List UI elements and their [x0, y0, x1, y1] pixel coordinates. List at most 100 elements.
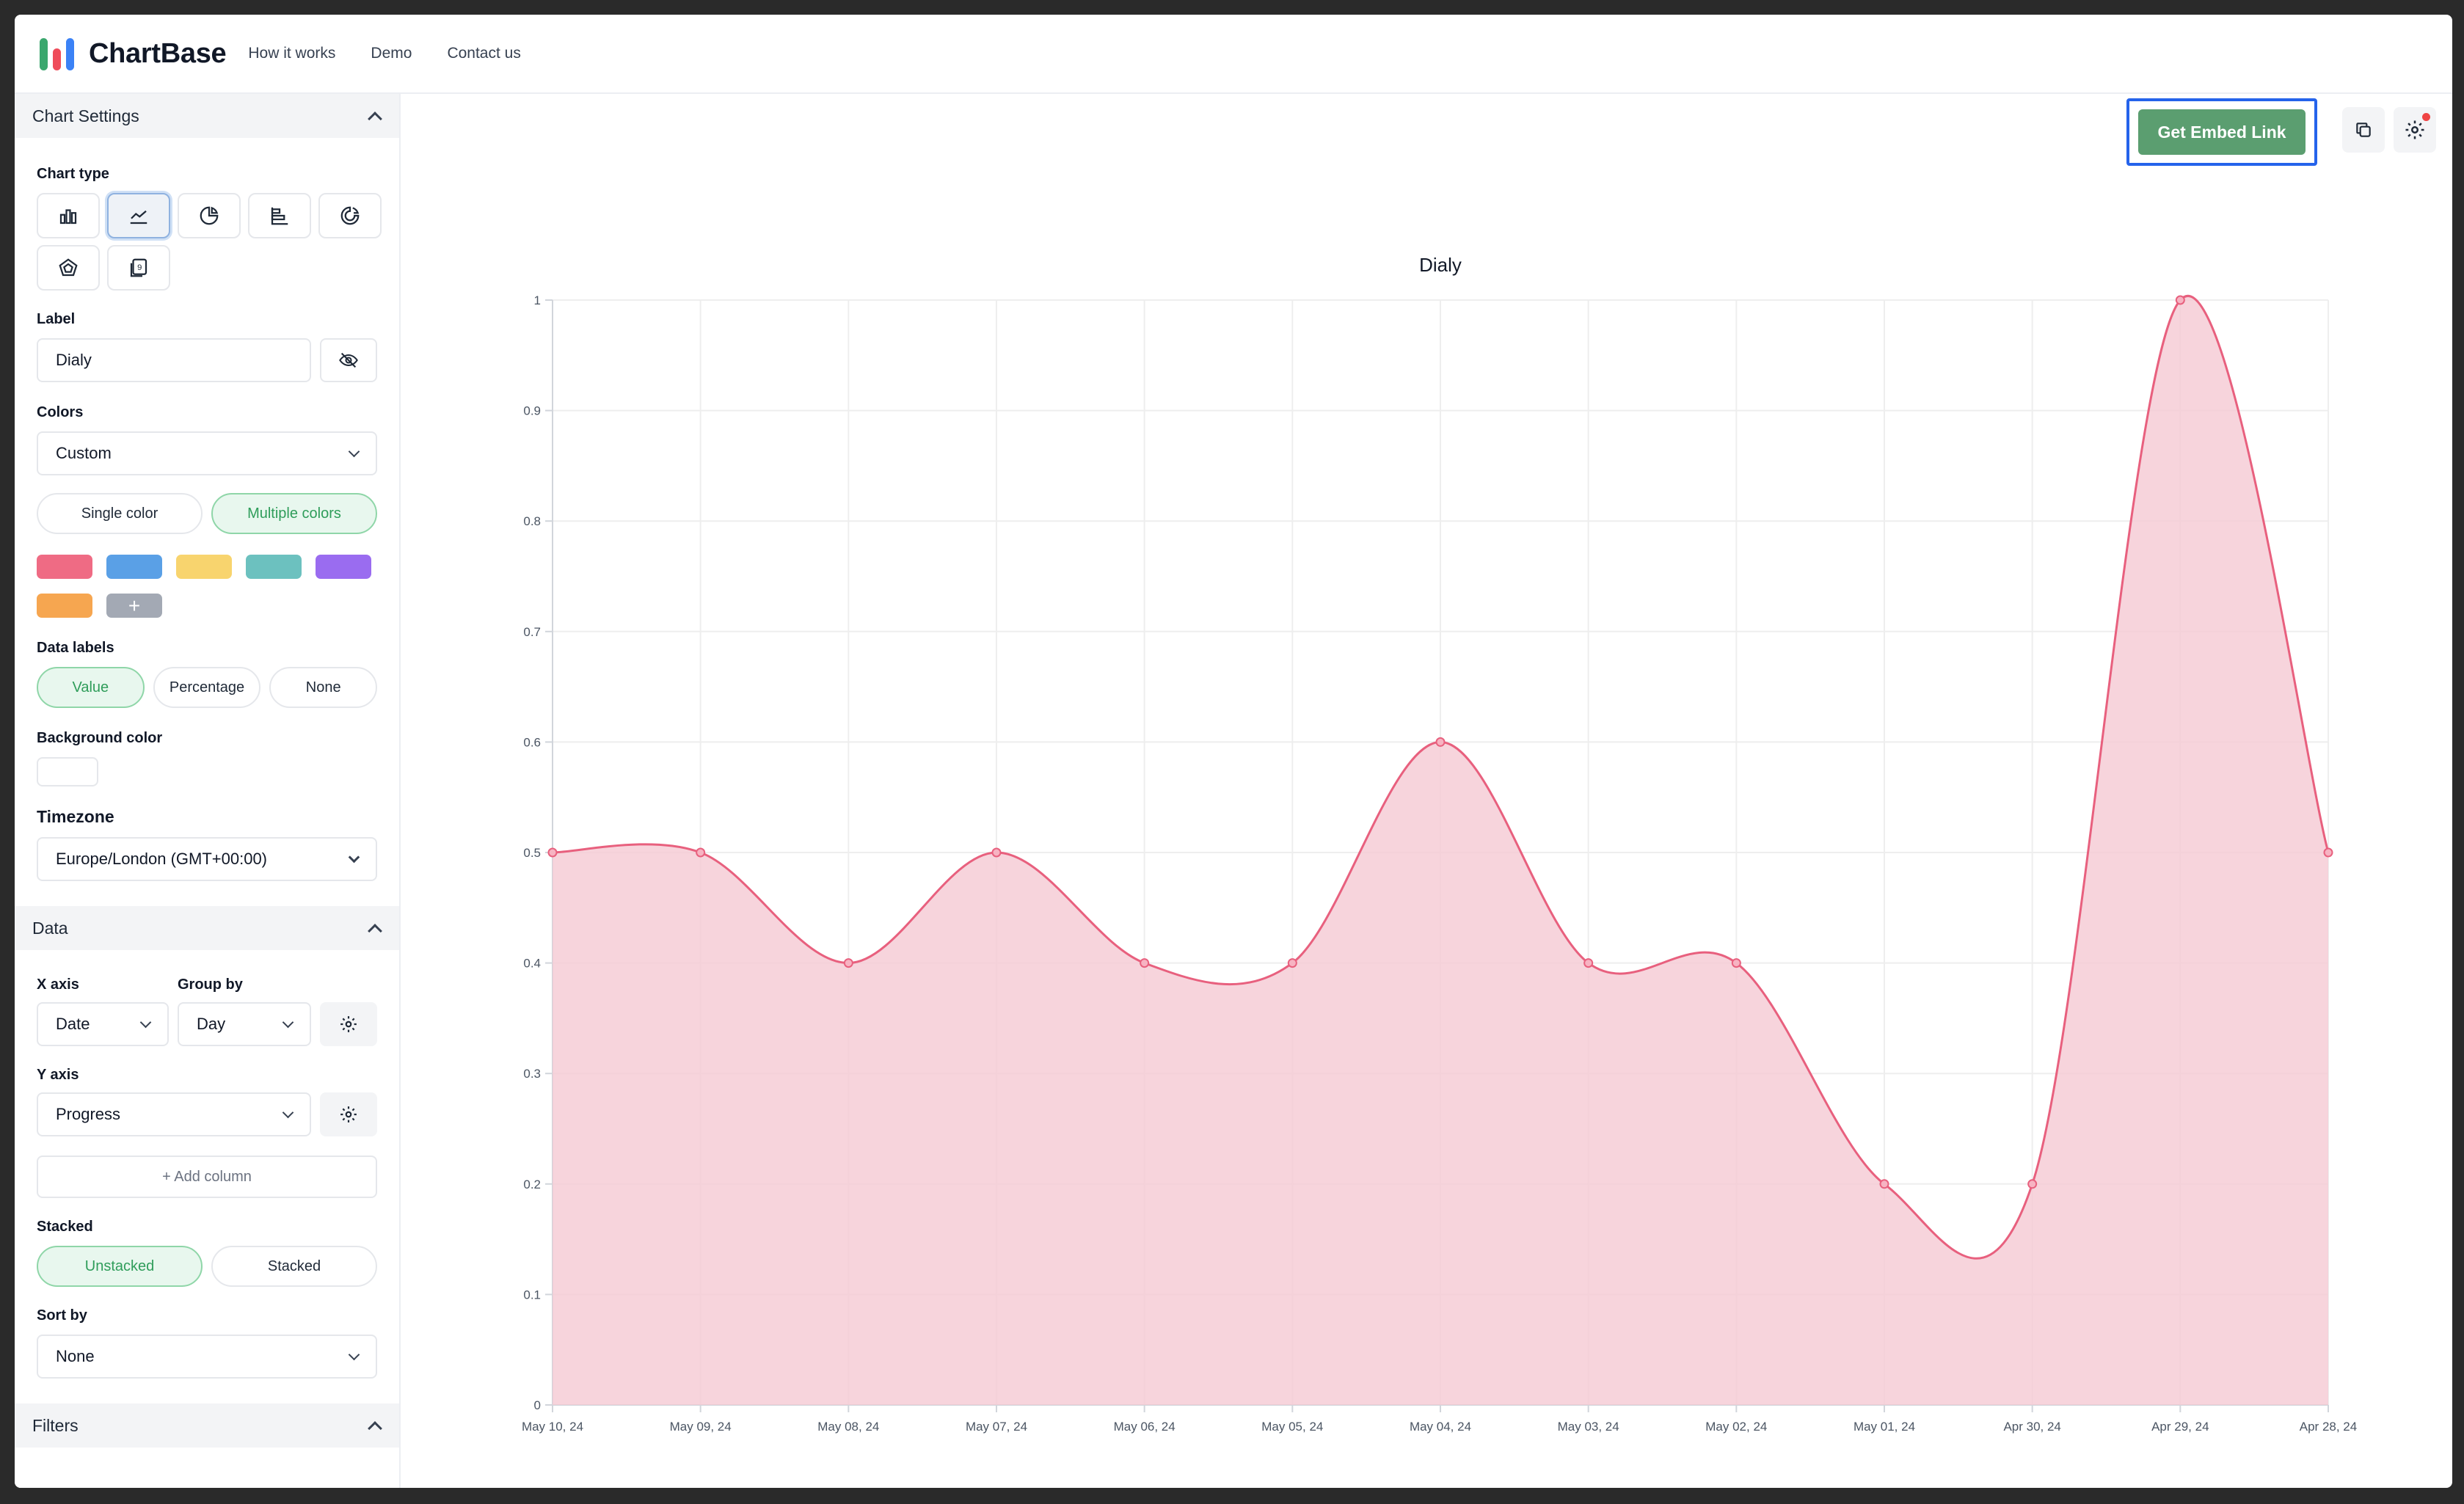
pie-chart-icon — [200, 206, 219, 225]
data-point — [843, 958, 853, 968]
chevron-up-icon[interactable] — [368, 112, 382, 126]
swatch-purple[interactable] — [316, 555, 371, 579]
brand-logo-icon — [40, 37, 74, 70]
stacked-option[interactable]: Stacked — [211, 1246, 377, 1287]
data-point — [1140, 958, 1150, 968]
filters-section-header[interactable]: Filters — [15, 1403, 399, 1448]
y-tick-label: 0 — [534, 1398, 541, 1412]
data-point — [2027, 1179, 2038, 1189]
x-axis-settings-button[interactable] — [320, 1002, 377, 1046]
data-point — [696, 847, 706, 858]
eye-off-icon — [339, 352, 358, 368]
gear-icon — [340, 1016, 357, 1032]
chart-type-number[interactable]: 9 — [107, 245, 170, 291]
group-by-select[interactable]: Day — [178, 1002, 311, 1046]
chart-type-line[interactable] — [107, 193, 170, 238]
y-tick-label: 0.8 — [523, 514, 541, 528]
y-tick-label: 0.2 — [523, 1178, 541, 1191]
x-tick-label: Apr 29, 24 — [2151, 1420, 2209, 1434]
bar-chart-icon — [59, 209, 77, 224]
swatch-red[interactable] — [37, 555, 92, 579]
y-tick-label: 0.7 — [523, 625, 541, 639]
top-navbar: ChartBase How it works Demo Contact us — [15, 15, 2452, 94]
chart-type-donut[interactable] — [318, 193, 382, 238]
line-chart-icon — [130, 210, 147, 224]
y-tick-label: 0.5 — [523, 846, 541, 860]
x-tick-label: May 07, 24 — [966, 1420, 1027, 1434]
y-tick-label: 0.6 — [523, 735, 541, 749]
y-axis-select-value: Progress — [56, 1105, 121, 1123]
swatch-orange[interactable] — [37, 594, 92, 618]
swatch-yellow[interactable] — [176, 555, 232, 579]
colors-select-value: Custom — [56, 444, 112, 462]
x-tick-label: May 03, 24 — [1558, 1420, 1619, 1434]
data-point — [1287, 958, 1297, 968]
chart-type-pie[interactable] — [178, 193, 241, 238]
data-label-percentage-option[interactable]: Percentage — [153, 667, 261, 708]
data-labels-label: Data labels — [37, 640, 114, 656]
background-color-picker[interactable] — [37, 757, 98, 786]
y-tick-label: 0.4 — [523, 957, 541, 971]
x-tick-label: May 02, 24 — [1705, 1420, 1767, 1434]
nav-how-it-works[interactable]: How it works — [248, 45, 335, 62]
swatch-teal[interactable] — [246, 555, 302, 579]
chart-settings-body: Chart type 9 Label Dialy Colors Custom S… — [15, 166, 399, 881]
y-tick-label: 0.9 — [523, 404, 541, 418]
radar-chart-icon — [59, 258, 78, 277]
x-tick-label: May 10, 24 — [522, 1420, 583, 1434]
sort-by-select[interactable]: None — [37, 1335, 377, 1379]
x-tick-label: Apr 30, 24 — [2003, 1420, 2060, 1434]
toggle-label-visibility-button[interactable] — [320, 338, 377, 382]
chart-settings-title: Chart Settings — [32, 106, 139, 125]
x-tick-label: May 08, 24 — [817, 1420, 879, 1434]
data-label-none-option[interactable]: None — [269, 667, 378, 708]
data-point — [1731, 958, 1741, 968]
data-point — [1583, 958, 1594, 968]
colors-select[interactable]: Custom — [37, 431, 377, 475]
sort-by-label: Sort by — [37, 1307, 87, 1324]
svg-text:9: 9 — [137, 263, 142, 272]
nav-contact-us[interactable]: Contact us — [447, 45, 520, 62]
y-axis-select[interactable]: Progress — [37, 1092, 311, 1136]
label-input[interactable]: Dialy — [37, 338, 311, 382]
y-tick-label: 0.3 — [523, 1067, 541, 1081]
brand-name[interactable]: ChartBase — [89, 38, 227, 70]
data-section-body: X axis Group by Date Day Y axis Progress… — [15, 976, 399, 1379]
chevron-down-icon — [139, 1016, 152, 1028]
x-axis-select[interactable]: Date — [37, 1002, 169, 1046]
data-section-header[interactable]: Data — [15, 906, 399, 950]
gear-icon — [340, 1106, 357, 1122]
color-swatches: + — [37, 555, 377, 618]
unstacked-option[interactable]: Unstacked — [37, 1246, 203, 1287]
chart-settings-header[interactable]: Chart Settings — [15, 94, 399, 138]
add-column-button[interactable]: + Add column — [37, 1156, 377, 1198]
data-section-title: Data — [32, 918, 68, 938]
chevron-down-icon — [282, 1016, 294, 1028]
data-point — [2323, 847, 2333, 858]
chevron-down-icon — [348, 851, 360, 863]
x-tick-label: May 01, 24 — [1854, 1420, 1915, 1434]
chevron-up-icon[interactable] — [368, 924, 382, 938]
data-point — [1879, 1179, 1889, 1189]
add-swatch-button[interactable]: + — [106, 594, 162, 618]
nav-demo[interactable]: Demo — [371, 45, 412, 62]
x-tick-label: May 09, 24 — [670, 1420, 732, 1434]
single-color-option[interactable]: Single color — [37, 493, 203, 534]
colors-label: Colors — [37, 404, 84, 420]
data-point — [2175, 295, 2185, 305]
chart-type-horizontal-bar[interactable] — [248, 193, 311, 238]
chart-type-grid: 9 — [37, 193, 382, 291]
multiple-colors-option[interactable]: Multiple colors — [211, 493, 377, 534]
group-by-select-value: Day — [197, 1015, 226, 1033]
x-tick-label: May 05, 24 — [1261, 1420, 1323, 1434]
swatch-blue[interactable] — [106, 555, 162, 579]
x-tick-label: May 06, 24 — [1114, 1420, 1175, 1434]
data-point — [547, 847, 558, 858]
chevron-up-icon[interactable] — [368, 1421, 382, 1436]
y-axis-settings-button[interactable] — [320, 1092, 377, 1136]
chart-type-bar[interactable] — [37, 193, 100, 238]
chart-type-radar[interactable] — [37, 245, 100, 291]
data-label-value-option[interactable]: Value — [37, 667, 145, 708]
timezone-select[interactable]: Europe/London (GMT+00:00) — [37, 837, 377, 881]
chevron-down-icon — [348, 445, 360, 457]
